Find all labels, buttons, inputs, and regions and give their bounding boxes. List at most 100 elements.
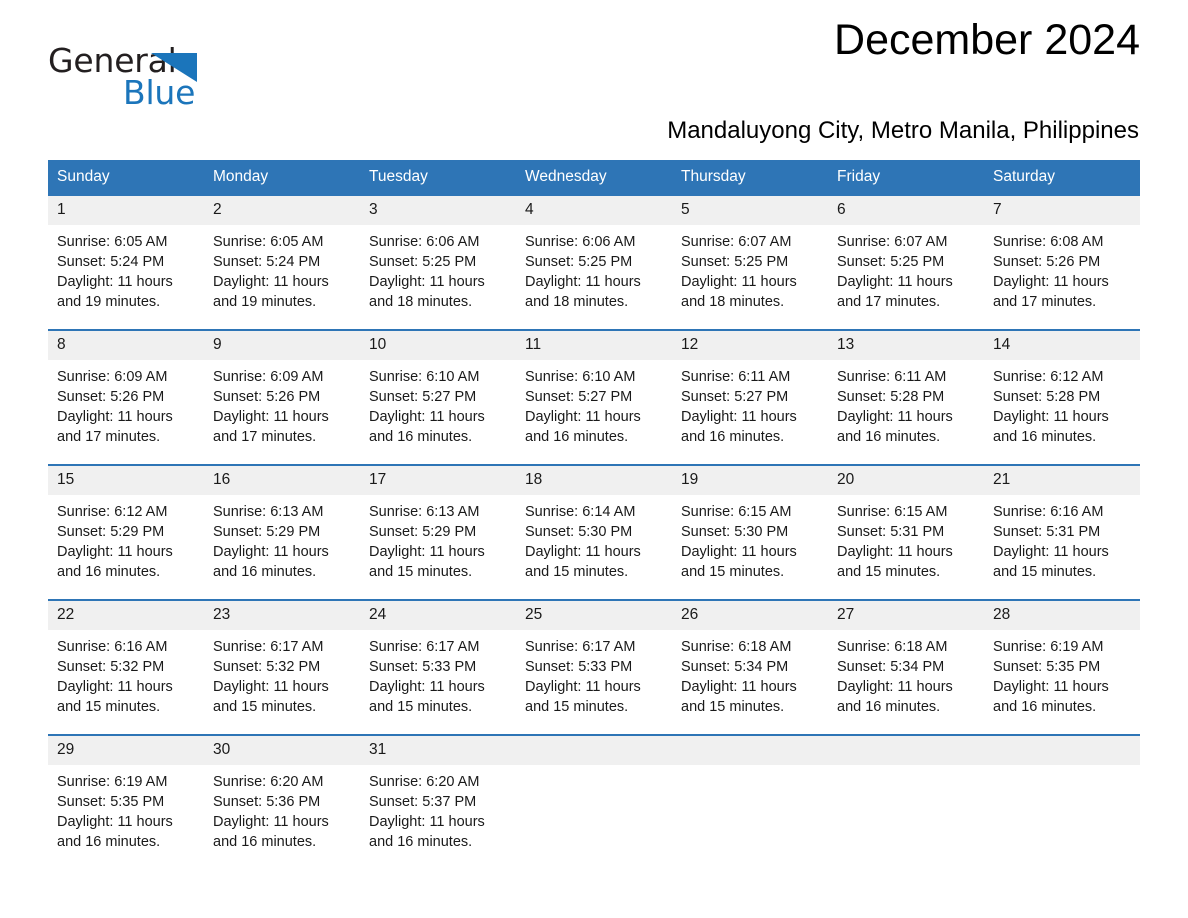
sunrise-text: Sunrise: 6:12 AM bbox=[993, 369, 1104, 385]
calendar-day-cell[interactable]: 16 Sunrise: 6:13 AM Sunset: 5:29 PM Dayligh… bbox=[204, 464, 360, 600]
sunset-text: Sunset: 5:32 PM bbox=[57, 659, 165, 675]
calendar-day-cell[interactable]: 14 Sunrise: 6:12 AM Sunset: 5:28 PM Dayligh… bbox=[984, 329, 1140, 465]
sunset-text: Sunset: 5:37 PM bbox=[369, 794, 477, 810]
sunset-text: Sunset: 5:27 PM bbox=[369, 389, 477, 405]
daylight-text: Daylight: 11 hours and 16 minutes. bbox=[369, 814, 485, 850]
sunset-text: Sunset: 5:28 PM bbox=[837, 389, 945, 405]
calendar-day-cell[interactable]: 19 Sunrise: 6:15 AM Sunset: 5:30 PM Dayligh… bbox=[672, 464, 828, 600]
calendar-day-cell[interactable]: 21 Sunrise: 6:16 AM Sunset: 5:31 PM Dayligh… bbox=[984, 464, 1140, 600]
day-number: 5 bbox=[672, 196, 828, 225]
weekday-header-saturday: Saturday bbox=[984, 160, 1140, 195]
daylight-text: Daylight: 11 hours and 15 minutes. bbox=[525, 679, 641, 715]
calendar-day-cell[interactable]: 10 Sunrise: 6:10 AM Sunset: 5:27 PM Dayligh… bbox=[360, 329, 516, 465]
daylight-text: Daylight: 11 hours and 19 minutes. bbox=[213, 274, 329, 310]
sunrise-text: Sunrise: 6:08 AM bbox=[993, 234, 1104, 250]
calendar-day-cell[interactable]: 5 Sunrise: 6:07 AM Sunset: 5:25 PM Daylight… bbox=[672, 194, 828, 330]
sunrise-text: Sunrise: 6:18 AM bbox=[837, 639, 948, 655]
calendar-day-cell[interactable]: 15 Sunrise: 6:12 AM Sunset: 5:29 PM Dayligh… bbox=[48, 464, 204, 600]
sunrise-text: Sunrise: 6:06 AM bbox=[369, 234, 480, 250]
calendar-week-row: 22 Sunrise: 6:16 AM Sunset: 5:32 PM Dayligh… bbox=[48, 599, 1140, 735]
calendar-cell-inner: 10 Sunrise: 6:10 AM Sunset: 5:27 PM Dayligh… bbox=[360, 331, 516, 464]
calendar-week-row: 29 Sunrise: 6:19 AM Sunset: 5:35 PM Dayligh… bbox=[48, 734, 1140, 855]
calendar-day-cell[interactable]: 7 Sunrise: 6:08 AM Sunset: 5:26 PM Daylight… bbox=[984, 194, 1140, 330]
day-number: 12 bbox=[672, 331, 828, 360]
sunset-text: Sunset: 5:24 PM bbox=[213, 254, 321, 270]
sunset-text: Sunset: 5:33 PM bbox=[369, 659, 477, 675]
calendar-day-cell[interactable]: 8 Sunrise: 6:09 AM Sunset: 5:26 PM Daylight… bbox=[48, 329, 204, 465]
calendar-cell-inner bbox=[516, 736, 672, 855]
calendar-cell-inner bbox=[672, 736, 828, 855]
sunrise-text: Sunrise: 6:18 AM bbox=[681, 639, 792, 655]
day-number: 14 bbox=[984, 331, 1140, 360]
day-number: 24 bbox=[360, 601, 516, 630]
calendar-day-cell[interactable]: 24 Sunrise: 6:17 AM Sunset: 5:33 PM Dayligh… bbox=[360, 599, 516, 735]
day-number: 8 bbox=[48, 331, 204, 360]
sunset-text: Sunset: 5:35 PM bbox=[993, 659, 1101, 675]
day-number: 4 bbox=[516, 196, 672, 225]
day-details: Sunrise: 6:12 AM Sunset: 5:28 PM Daylight:… bbox=[984, 360, 1140, 447]
day-number: 30 bbox=[204, 736, 360, 765]
sunrise-text: Sunrise: 6:15 AM bbox=[681, 504, 792, 520]
day-number bbox=[516, 736, 672, 765]
weekday-header-sunday: Sunday bbox=[48, 160, 204, 195]
sunset-text: Sunset: 5:25 PM bbox=[369, 254, 477, 270]
calendar-cell-inner: 28 Sunrise: 6:19 AM Sunset: 5:35 PM Dayligh… bbox=[984, 601, 1140, 734]
sunrise-text: Sunrise: 6:11 AM bbox=[681, 369, 791, 385]
sunrise-text: Sunrise: 6:17 AM bbox=[213, 639, 324, 655]
calendar-day-cell[interactable]: 4 Sunrise: 6:06 AM Sunset: 5:25 PM Daylight… bbox=[516, 194, 672, 330]
day-number: 13 bbox=[828, 331, 984, 360]
calendar-day-cell[interactable]: 2 Sunrise: 6:05 AM Sunset: 5:24 PM Daylight… bbox=[204, 194, 360, 330]
sunrise-text: Sunrise: 6:20 AM bbox=[213, 774, 324, 790]
calendar-day-cell[interactable]: 9 Sunrise: 6:09 AM Sunset: 5:26 PM Daylight… bbox=[204, 329, 360, 465]
calendar-day-cell[interactable]: 26 Sunrise: 6:18 AM Sunset: 5:34 PM Dayligh… bbox=[672, 599, 828, 735]
calendar-day-cell[interactable]: 23 Sunrise: 6:17 AM Sunset: 5:32 PM Dayligh… bbox=[204, 599, 360, 735]
calendar-day-cell[interactable]: 18 Sunrise: 6:14 AM Sunset: 5:30 PM Dayligh… bbox=[516, 464, 672, 600]
calendar-cell-inner: 6 Sunrise: 6:07 AM Sunset: 5:25 PM Daylight… bbox=[828, 196, 984, 329]
day-details: Sunrise: 6:19 AM Sunset: 5:35 PM Daylight:… bbox=[984, 630, 1140, 717]
sunrise-text: Sunrise: 6:15 AM bbox=[837, 504, 948, 520]
day-number: 21 bbox=[984, 466, 1140, 495]
sunrise-text: Sunrise: 6:10 AM bbox=[369, 369, 480, 385]
calendar-day-cell[interactable]: 25 Sunrise: 6:17 AM Sunset: 5:33 PM Dayligh… bbox=[516, 599, 672, 735]
daylight-text: Daylight: 11 hours and 16 minutes. bbox=[57, 544, 173, 580]
calendar-day-cell[interactable]: 1 Sunrise: 6:05 AM Sunset: 5:24 PM Daylight… bbox=[48, 194, 204, 330]
day-details: Sunrise: 6:20 AM Sunset: 5:36 PM Daylight:… bbox=[204, 765, 360, 852]
calendar-day-cell[interactable]: 20 Sunrise: 6:15 AM Sunset: 5:31 PM Dayligh… bbox=[828, 464, 984, 600]
day-number: 16 bbox=[204, 466, 360, 495]
day-details: Sunrise: 6:16 AM Sunset: 5:32 PM Daylight:… bbox=[48, 630, 204, 717]
calendar-day-cell[interactable]: 30 Sunrise: 6:20 AM Sunset: 5:36 PM Dayligh… bbox=[204, 734, 360, 855]
calendar-day-cell[interactable]: 17 Sunrise: 6:13 AM Sunset: 5:29 PM Dayligh… bbox=[360, 464, 516, 600]
calendar-day-cell[interactable]: 3 Sunrise: 6:06 AM Sunset: 5:25 PM Daylight… bbox=[360, 194, 516, 330]
calendar-cell-inner: 12 Sunrise: 6:11 AM Sunset: 5:27 PM Dayligh… bbox=[672, 331, 828, 464]
weekday-header-wednesday: Wednesday bbox=[516, 160, 672, 195]
calendar-cell-inner: 14 Sunrise: 6:12 AM Sunset: 5:28 PM Dayligh… bbox=[984, 331, 1140, 464]
sunset-text: Sunset: 5:35 PM bbox=[57, 794, 165, 810]
day-number: 23 bbox=[204, 601, 360, 630]
calendar-day-cell[interactable]: 29 Sunrise: 6:19 AM Sunset: 5:35 PM Dayligh… bbox=[48, 734, 204, 855]
brand-logo[interactable]: General Blue bbox=[48, 42, 208, 114]
weekday-header-tuesday: Tuesday bbox=[360, 160, 516, 195]
calendar-day-cell[interactable]: 13 Sunrise: 6:11 AM Sunset: 5:28 PM Dayligh… bbox=[828, 329, 984, 465]
day-number: 20 bbox=[828, 466, 984, 495]
daylight-text: Daylight: 11 hours and 15 minutes. bbox=[57, 679, 173, 715]
daylight-text: Daylight: 11 hours and 17 minutes. bbox=[57, 409, 173, 445]
sunset-text: Sunset: 5:31 PM bbox=[993, 524, 1101, 540]
daylight-text: Daylight: 11 hours and 19 minutes. bbox=[57, 274, 173, 310]
daylight-text: Daylight: 11 hours and 18 minutes. bbox=[369, 274, 485, 310]
calendar-day-cell[interactable]: 28 Sunrise: 6:19 AM Sunset: 5:35 PM Dayligh… bbox=[984, 599, 1140, 735]
day-details: Sunrise: 6:07 AM Sunset: 5:25 PM Daylight:… bbox=[828, 225, 984, 312]
calendar-day-cell[interactable]: 31 Sunrise: 6:20 AM Sunset: 5:37 PM Dayligh… bbox=[360, 734, 516, 855]
calendar-day-cell[interactable]: 12 Sunrise: 6:11 AM Sunset: 5:27 PM Dayligh… bbox=[672, 329, 828, 465]
day-number: 15 bbox=[48, 466, 204, 495]
day-details: Sunrise: 6:05 AM Sunset: 5:24 PM Daylight:… bbox=[204, 225, 360, 312]
day-details: Sunrise: 6:15 AM Sunset: 5:30 PM Daylight:… bbox=[672, 495, 828, 582]
daylight-text: Daylight: 11 hours and 16 minutes. bbox=[57, 814, 173, 850]
calendar-cell-inner: 19 Sunrise: 6:15 AM Sunset: 5:30 PM Dayligh… bbox=[672, 466, 828, 599]
calendar-body: 1 Sunrise: 6:05 AM Sunset: 5:24 PM Daylight… bbox=[48, 194, 1140, 855]
sunset-text: Sunset: 5:33 PM bbox=[525, 659, 633, 675]
daylight-text: Daylight: 11 hours and 17 minutes. bbox=[837, 274, 953, 310]
calendar-day-cell[interactable]: 27 Sunrise: 6:18 AM Sunset: 5:34 PM Dayligh… bbox=[828, 599, 984, 735]
calendar-day-cell[interactable]: 6 Sunrise: 6:07 AM Sunset: 5:25 PM Daylight… bbox=[828, 194, 984, 330]
calendar-day-cell[interactable]: 22 Sunrise: 6:16 AM Sunset: 5:32 PM Dayligh… bbox=[48, 599, 204, 735]
calendar-day-cell[interactable]: 11 Sunrise: 6:10 AM Sunset: 5:27 PM Dayligh… bbox=[516, 329, 672, 465]
